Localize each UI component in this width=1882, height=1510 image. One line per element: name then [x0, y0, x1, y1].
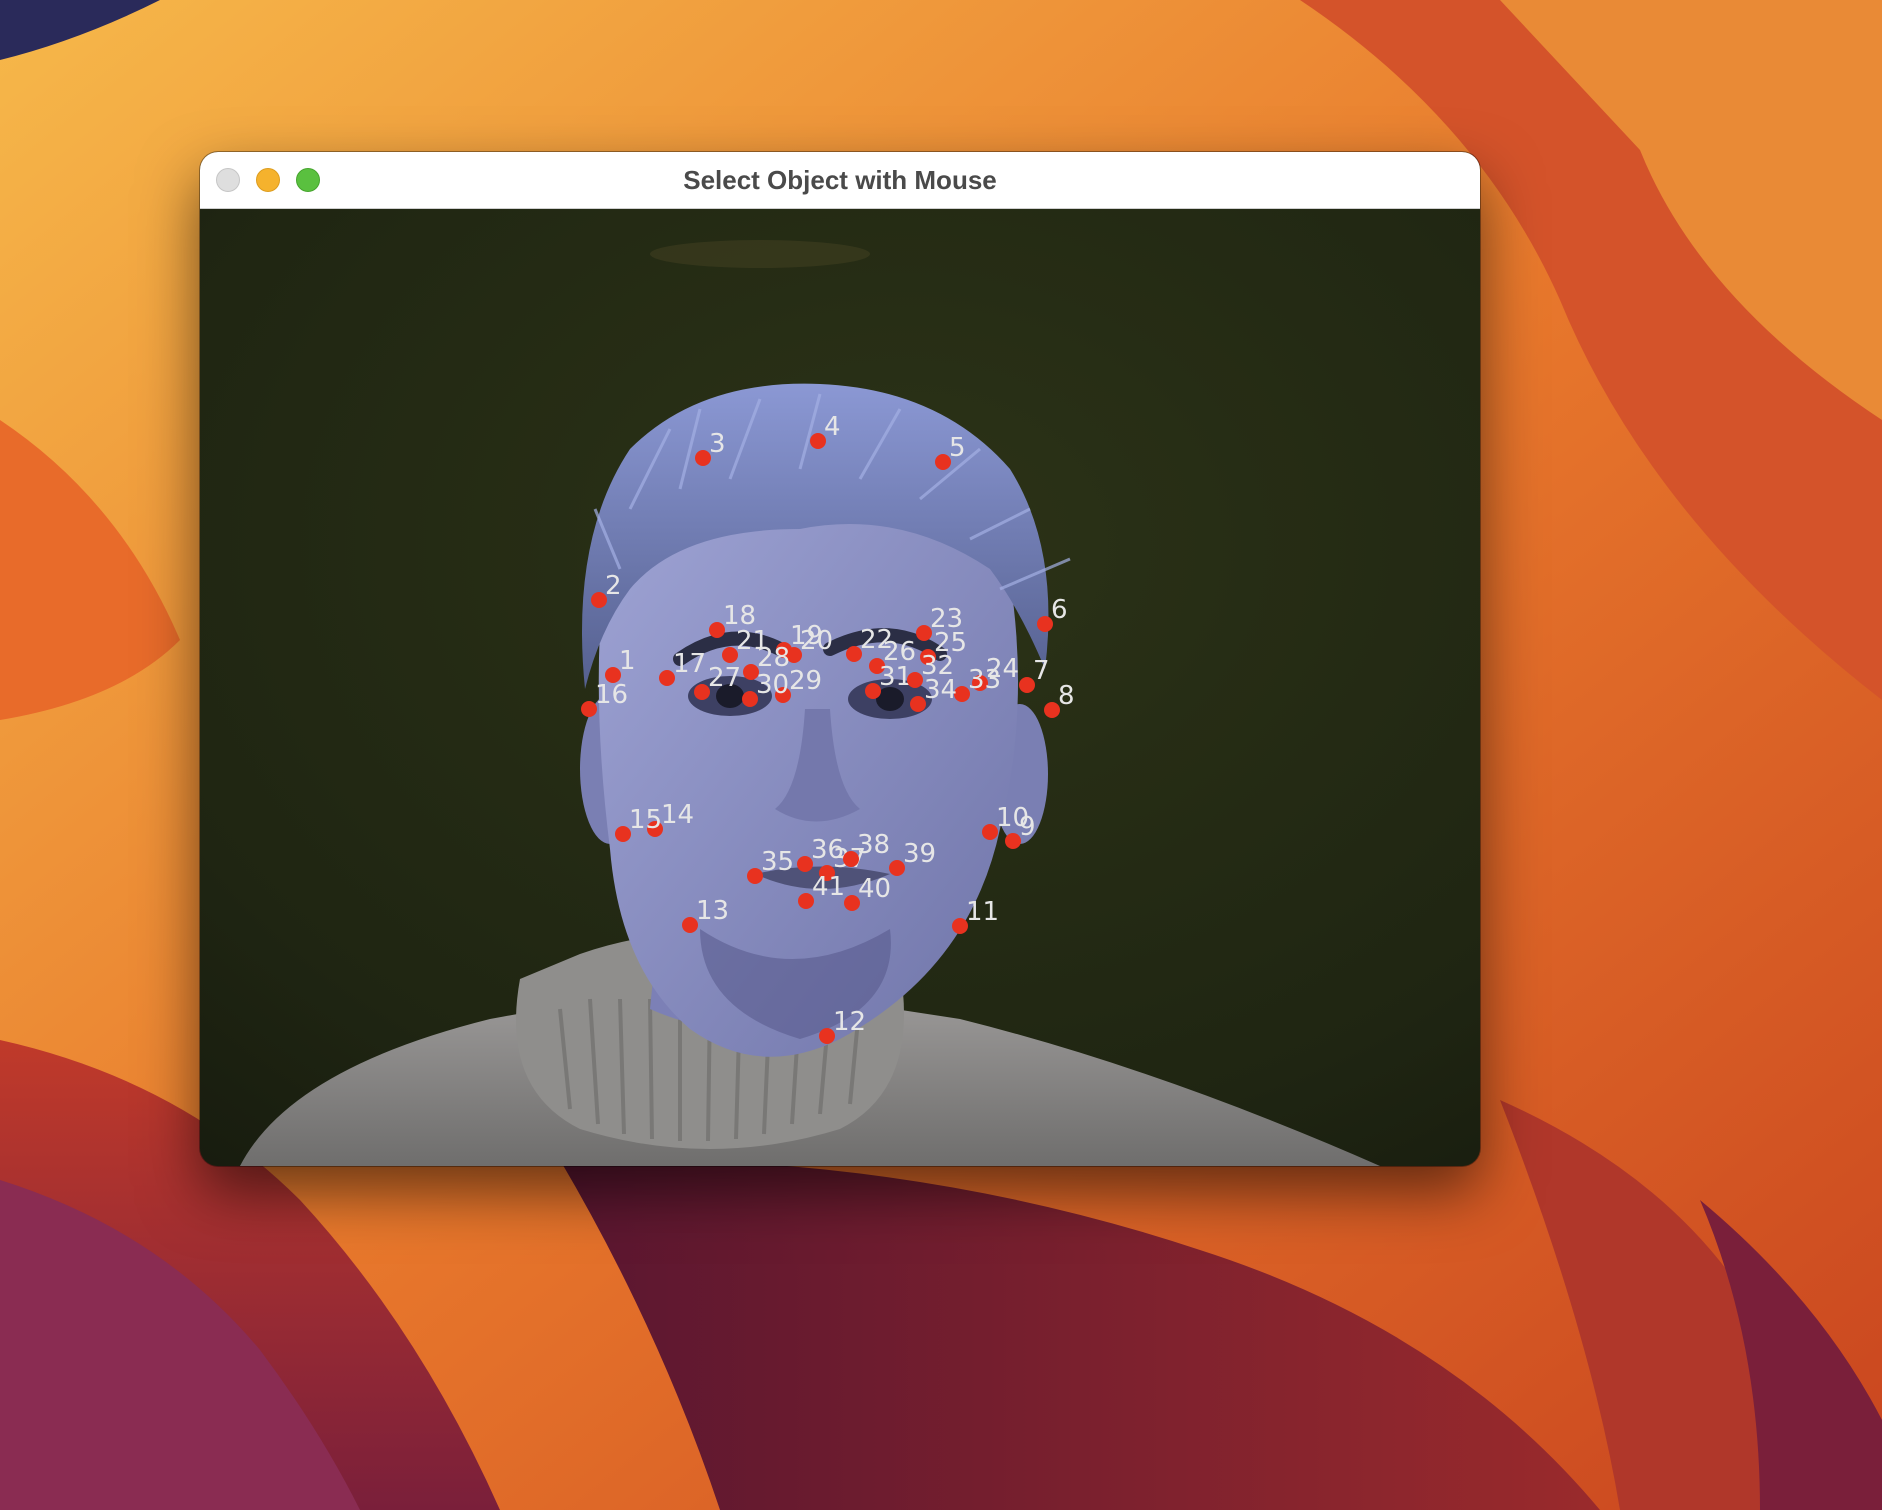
landmark-label: 27 [708, 663, 741, 693]
landmark-label: 6 [1051, 595, 1068, 625]
landmark-label: 39 [903, 839, 936, 869]
landmark-label: 2 [605, 571, 622, 601]
landmark-label: 10 [996, 803, 1029, 833]
landmark-label: 33 [968, 665, 1001, 695]
window-titlebar[interactable]: Select Object with Mouse [200, 152, 1480, 209]
landmark-label: 20 [800, 626, 833, 656]
landmark-label: 14 [661, 800, 694, 830]
landmark-label: 30 [756, 670, 789, 700]
landmark-label: 31 [879, 662, 912, 692]
landmark-label: 34 [924, 675, 957, 705]
landmark-label: 29 [789, 666, 822, 696]
landmark-label: 16 [595, 680, 628, 710]
landmark-label: 28 [757, 643, 790, 673]
landmark-label: 41 [812, 872, 845, 902]
landmark-label: 4 [824, 412, 841, 442]
landmark-label: 1 [619, 646, 636, 676]
landmark-label: 11 [966, 897, 999, 927]
app-window: Select Object with Mouse 1 2 3 4 5 6 7 8… [200, 152, 1480, 1166]
landmark-label: 3 [709, 429, 726, 459]
landmark-label: 8 [1058, 681, 1075, 711]
landmark-label: 40 [858, 874, 891, 904]
image-canvas[interactable]: 1 2 3 4 5 6 7 8 9 10 11 12 13 14 15 16 17 18 19 20 21 22 23 24 2… [200, 209, 1480, 1166]
landmark-label: 15 [629, 805, 662, 835]
window-title: Select Object with Mouse [683, 165, 997, 195]
landmark-label: 35 [761, 847, 794, 877]
landmark-label: 7 [1033, 656, 1050, 686]
landmark-label: 38 [857, 830, 890, 860]
landmark-label: 5 [949, 433, 966, 463]
landmark-label: 12 [833, 1007, 866, 1037]
landmark-label: 17 [673, 649, 706, 679]
landmark-label: 13 [696, 896, 729, 926]
